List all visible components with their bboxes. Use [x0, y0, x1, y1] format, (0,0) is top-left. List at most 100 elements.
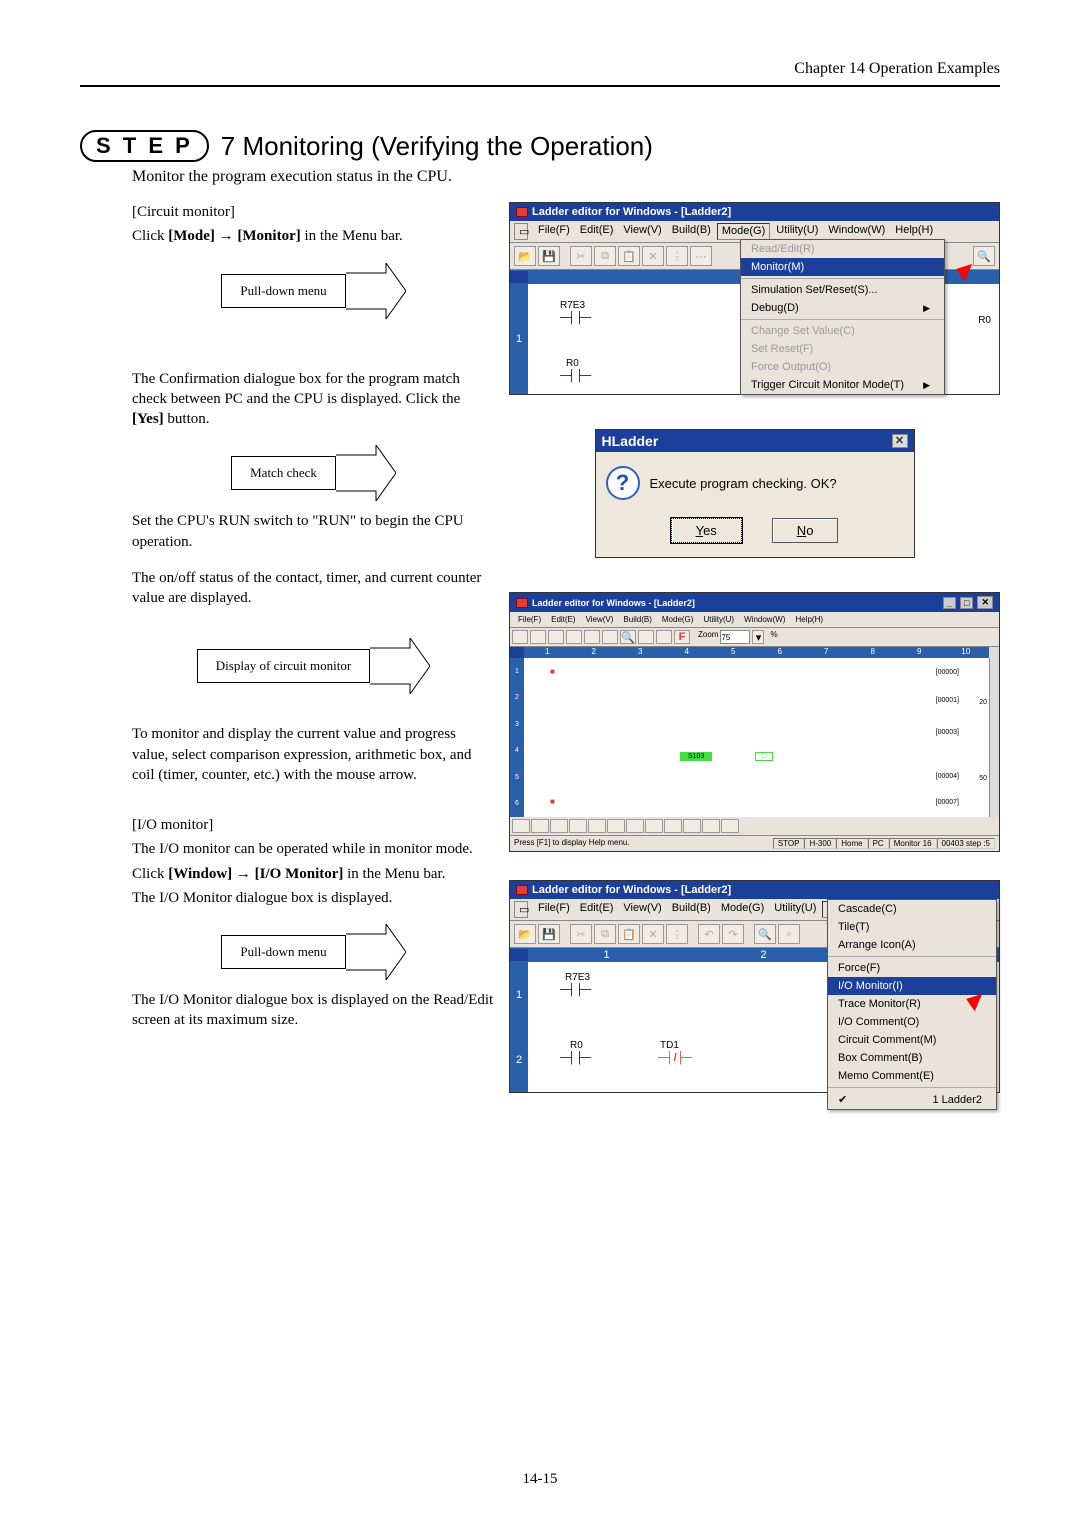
delete-button[interactable]: ✕ — [642, 924, 664, 944]
menu-window[interactable]: Window(W) — [824, 223, 889, 240]
tool-button[interactable] — [530, 630, 546, 644]
palette-button[interactable] — [588, 819, 606, 833]
paste-button[interactable]: 📋 — [618, 924, 640, 944]
tool-button[interactable] — [512, 630, 528, 644]
no-button[interactable]: No — [772, 518, 839, 543]
tool-button[interactable] — [566, 630, 582, 644]
menu-item-circuit-comment[interactable]: Circuit Comment(M) — [828, 1031, 996, 1049]
open-button[interactable]: 📂 — [514, 246, 536, 266]
menu-item-force-output[interactable]: Force Output(O) — [741, 358, 944, 376]
ladder-editor-mode-panel: Ladder editor for Windows - [Ladder2] ▭ … — [509, 202, 1000, 395]
open-button[interactable]: 📂 — [514, 924, 536, 944]
tool-button[interactable] — [602, 630, 618, 644]
tool-button[interactable] — [656, 630, 672, 644]
sysmenu-icon[interactable]: ▭ — [514, 223, 528, 240]
palette-button[interactable] — [550, 819, 568, 833]
tool-button[interactable]: ⌕ — [778, 924, 800, 944]
menu-build[interactable]: Build(B) — [668, 223, 715, 240]
tool-button[interactable] — [548, 630, 564, 644]
menu-edit[interactable]: Edit(E) — [547, 614, 579, 625]
tool-button[interactable]: ⋮ — [666, 924, 688, 944]
menu-item-memo-comment[interactable]: Memo Comment(E) — [828, 1067, 996, 1085]
menu-utility[interactable]: Utility(U) — [699, 614, 738, 625]
tool-button[interactable]: ⋮ — [666, 246, 688, 266]
close-icon[interactable]: ✕ — [892, 434, 908, 448]
palette-button[interactable] — [683, 819, 701, 833]
palette-button[interactable] — [607, 819, 625, 833]
menu-item-monitor[interactable]: Monitor(M) — [741, 258, 944, 276]
tool-button[interactable]: ↶ — [698, 924, 720, 944]
palette-button[interactable] — [512, 819, 530, 833]
menu-file[interactable]: File(F) — [534, 901, 574, 918]
menu-item-tile[interactable]: Tile(T) — [828, 918, 996, 936]
menu-edit[interactable]: Edit(E) — [576, 223, 618, 240]
menu-item-box-comment[interactable]: Box Comment(B) — [828, 1049, 996, 1067]
copy-button[interactable]: ⧉ — [594, 246, 616, 266]
copy-button[interactable]: ⧉ — [594, 924, 616, 944]
tool-button[interactable]: 🔍 — [620, 630, 636, 644]
status-text: Press [F1] to display Help menu. — [514, 838, 630, 849]
palette-button[interactable] — [626, 819, 644, 833]
menu-item-io-comment[interactable]: I/O Comment(O) — [828, 1013, 996, 1031]
tool-button[interactable]: ↷ — [722, 924, 744, 944]
scrollbar[interactable] — [989, 658, 999, 817]
zoom-input[interactable] — [720, 630, 750, 644]
palette-button[interactable] — [721, 819, 739, 833]
menu-item-trigger[interactable]: Trigger Circuit Monitor Mode(T)▶ — [741, 376, 944, 394]
palette-button[interactable] — [531, 819, 549, 833]
max-icon[interactable]: □ — [960, 597, 973, 609]
menu-view[interactable]: View(V) — [582, 614, 618, 625]
palette-button[interactable] — [569, 819, 587, 833]
menu-window[interactable]: Window(W) — [740, 614, 789, 625]
menu-mode[interactable]: Mode(G) — [717, 223, 770, 240]
palette-button[interactable] — [664, 819, 682, 833]
save-button[interactable]: 💾 — [538, 246, 560, 266]
cut-button[interactable]: ✂ — [570, 246, 592, 266]
close-icon[interactable]: ✕ — [977, 596, 993, 609]
dialog-titlebar: HLadder ✕ — [596, 430, 914, 452]
find-button[interactable]: 🔍 — [754, 924, 776, 944]
cut-button[interactable]: ✂ — [570, 924, 592, 944]
menu-item-change-set[interactable]: Change Set Value(C) — [741, 322, 944, 340]
menu-item-force[interactable]: Force(F) — [828, 959, 996, 977]
menu-file[interactable]: File(F) — [514, 614, 545, 625]
menu-item-cascade[interactable]: Cascade(C) — [828, 900, 996, 918]
menu-item-ladder2[interactable]: ✔ 1 Ladder2 — [828, 1090, 996, 1109]
palette-button[interactable] — [645, 819, 663, 833]
tool-button[interactable]: ⋯ — [690, 246, 712, 266]
min-icon[interactable]: _ — [943, 597, 956, 609]
menu-mode[interactable]: Mode(G) — [658, 614, 698, 625]
menu-view[interactable]: View(V) — [619, 223, 665, 240]
menu-help[interactable]: Help(H) — [791, 614, 827, 625]
menu-item-read-edit[interactable]: Read/Edit(R) — [741, 240, 944, 258]
menu-view[interactable]: View(V) — [619, 901, 665, 918]
menu-item-arrange[interactable]: Arrange Icon(A) — [828, 936, 996, 954]
menu-utility[interactable]: Utility(U) — [772, 223, 822, 240]
menu-item-debug[interactable]: Debug(D)▶ — [741, 299, 944, 317]
sysmenu-icon[interactable]: ▭ — [514, 901, 528, 918]
menu-build[interactable]: Build(B) — [668, 901, 715, 918]
ladder-contact-label: R7E3 — [565, 972, 590, 983]
tool-button[interactable] — [584, 630, 600, 644]
menu-help[interactable]: Help(H) — [891, 223, 937, 240]
zoom-dropdown[interactable]: ▾ — [752, 630, 764, 644]
menu-file[interactable]: File(F) — [534, 223, 574, 240]
delete-button[interactable]: ✕ — [642, 246, 664, 266]
yes-button[interactable]: Yes — [671, 518, 742, 543]
tool-button[interactable]: F — [674, 630, 690, 644]
menu-mode[interactable]: Mode(G) — [717, 901, 768, 918]
palette-button[interactable] — [702, 819, 720, 833]
tool-button[interactable]: 🔍 — [973, 246, 995, 266]
menu-item-io-monitor[interactable]: I/O Monitor(I) — [828, 977, 996, 995]
save-button[interactable]: 💾 — [538, 924, 560, 944]
question-icon: ? — [606, 466, 640, 500]
app-logo-icon — [516, 207, 528, 217]
menu-item-sim-reset[interactable]: Simulation Set/Reset(S)... — [741, 281, 944, 299]
menu-build[interactable]: Build(B) — [619, 614, 655, 625]
paste-button[interactable]: 📋 — [618, 246, 640, 266]
io-monitor-heading: [I/O monitor] — [132, 815, 495, 835]
menu-edit[interactable]: Edit(E) — [576, 901, 618, 918]
tool-button[interactable] — [638, 630, 654, 644]
menu-item-set-reset[interactable]: Set Reset(F) — [741, 340, 944, 358]
menu-utility[interactable]: Utility(U) — [770, 901, 820, 918]
